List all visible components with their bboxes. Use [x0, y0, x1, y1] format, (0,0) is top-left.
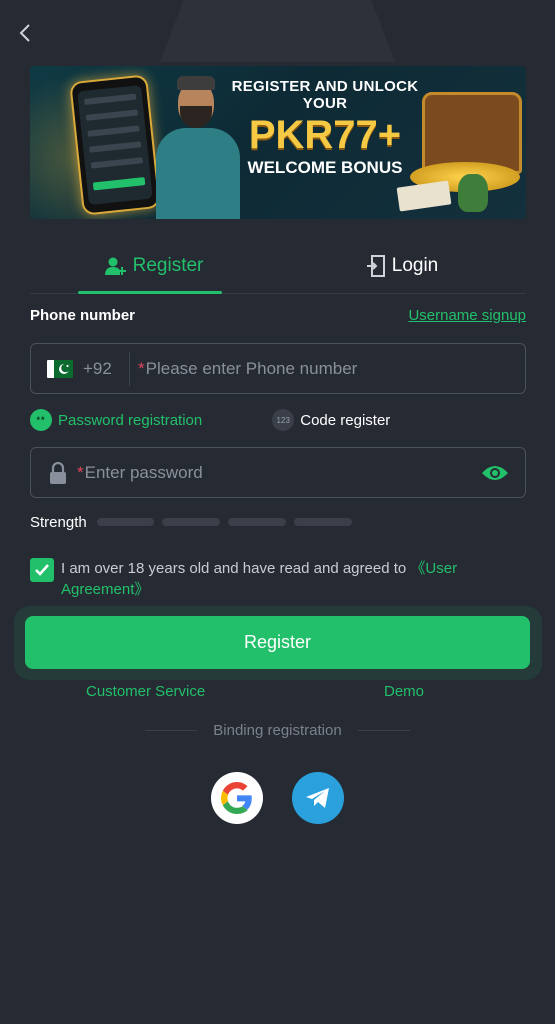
phone-number-label: Phone number	[30, 307, 136, 324]
code-register-label: Code register	[300, 411, 391, 429]
agreement-checkbox[interactable]	[30, 558, 54, 582]
agreement-statement: I am over 18 years old and have read and…	[61, 560, 411, 577]
telegram-login-button[interactable]	[292, 772, 344, 824]
banner-line-2: PKR77+	[248, 113, 402, 157]
tab-login[interactable]: Login	[278, 238, 526, 293]
password-input[interactable]: * Enter password	[77, 463, 481, 483]
strength-label: Strength	[30, 513, 87, 531]
code-register-option[interactable]: 123 Code register	[272, 409, 390, 431]
password-strength: Strength	[30, 512, 360, 532]
google-icon	[221, 782, 252, 814]
agreement-text: I am over 18 years old and have read and…	[61, 558, 526, 600]
promo-banner[interactable]: REGISTER AND UNLOCK YOUR PKR77+ WELCOME …	[30, 66, 526, 219]
binding-registration-divider: Binding registration	[0, 722, 555, 739]
lock-icon	[50, 461, 66, 484]
tab-register-label: Register	[132, 254, 204, 276]
chevron-left-icon	[19, 24, 30, 42]
agreement-row: I am over 18 years old and have read and…	[30, 558, 526, 600]
back-button[interactable]	[12, 20, 38, 46]
banner-headline: REGISTER AND UNLOCK YOUR PKR77+ WELCOME …	[220, 78, 430, 178]
money-bag-image	[458, 174, 488, 212]
password-mode-icon: **	[30, 409, 52, 431]
phone-label-row: Phone number Username signup	[30, 307, 526, 324]
header-shape	[160, 0, 395, 62]
demo-link[interactable]: Demo	[384, 683, 424, 700]
telegram-icon	[306, 788, 329, 808]
footer-links: Customer Service Demo	[0, 683, 555, 703]
customer-service-link[interactable]: Customer Service	[86, 683, 205, 700]
checkmark-icon	[35, 564, 49, 576]
divider-line	[357, 730, 410, 731]
strength-segment	[294, 518, 352, 526]
username-signup-link[interactable]: Username signup	[408, 307, 526, 324]
google-login-button[interactable]	[211, 772, 263, 824]
strength-segment	[96, 518, 155, 526]
phone-input[interactable]: * Please enter Phone number	[138, 344, 525, 393]
add-user-icon	[104, 257, 126, 275]
banner-line-3: WELCOME BONUS	[247, 158, 403, 177]
required-mark: *	[77, 462, 84, 482]
phone-field[interactable]: +92 * Please enter Phone number	[30, 343, 526, 394]
register-button[interactable]: Register	[25, 616, 530, 669]
password-registration-label: Password registration	[58, 411, 203, 429]
auth-tabs: Register Login	[30, 238, 526, 294]
field-divider	[129, 351, 130, 386]
required-mark: *	[138, 358, 145, 378]
banner-line-1: REGISTER AND UNLOCK YOUR	[231, 78, 419, 112]
login-door-icon	[366, 254, 385, 277]
cash-image	[396, 180, 452, 212]
country-code[interactable]: +92	[83, 359, 125, 379]
phone-placeholder: Please enter Phone number	[145, 358, 358, 378]
strength-segment	[228, 518, 287, 526]
pakistan-flag-icon[interactable]	[47, 359, 73, 378]
strength-segment	[162, 518, 221, 526]
tab-register[interactable]: Register	[30, 238, 278, 294]
tab-login-label: Login	[391, 254, 439, 276]
password-placeholder: Enter password	[84, 462, 203, 482]
eye-icon[interactable]	[481, 463, 509, 483]
divider-line	[145, 730, 198, 731]
binding-registration-label: Binding registration	[213, 722, 342, 739]
registration-mode-row: ** Password registration 123 Code regist…	[30, 408, 526, 432]
code-mode-icon: 123	[272, 409, 295, 431]
password-registration-option[interactable]: ** Password registration	[30, 409, 202, 431]
password-field[interactable]: * Enter password	[30, 447, 526, 498]
